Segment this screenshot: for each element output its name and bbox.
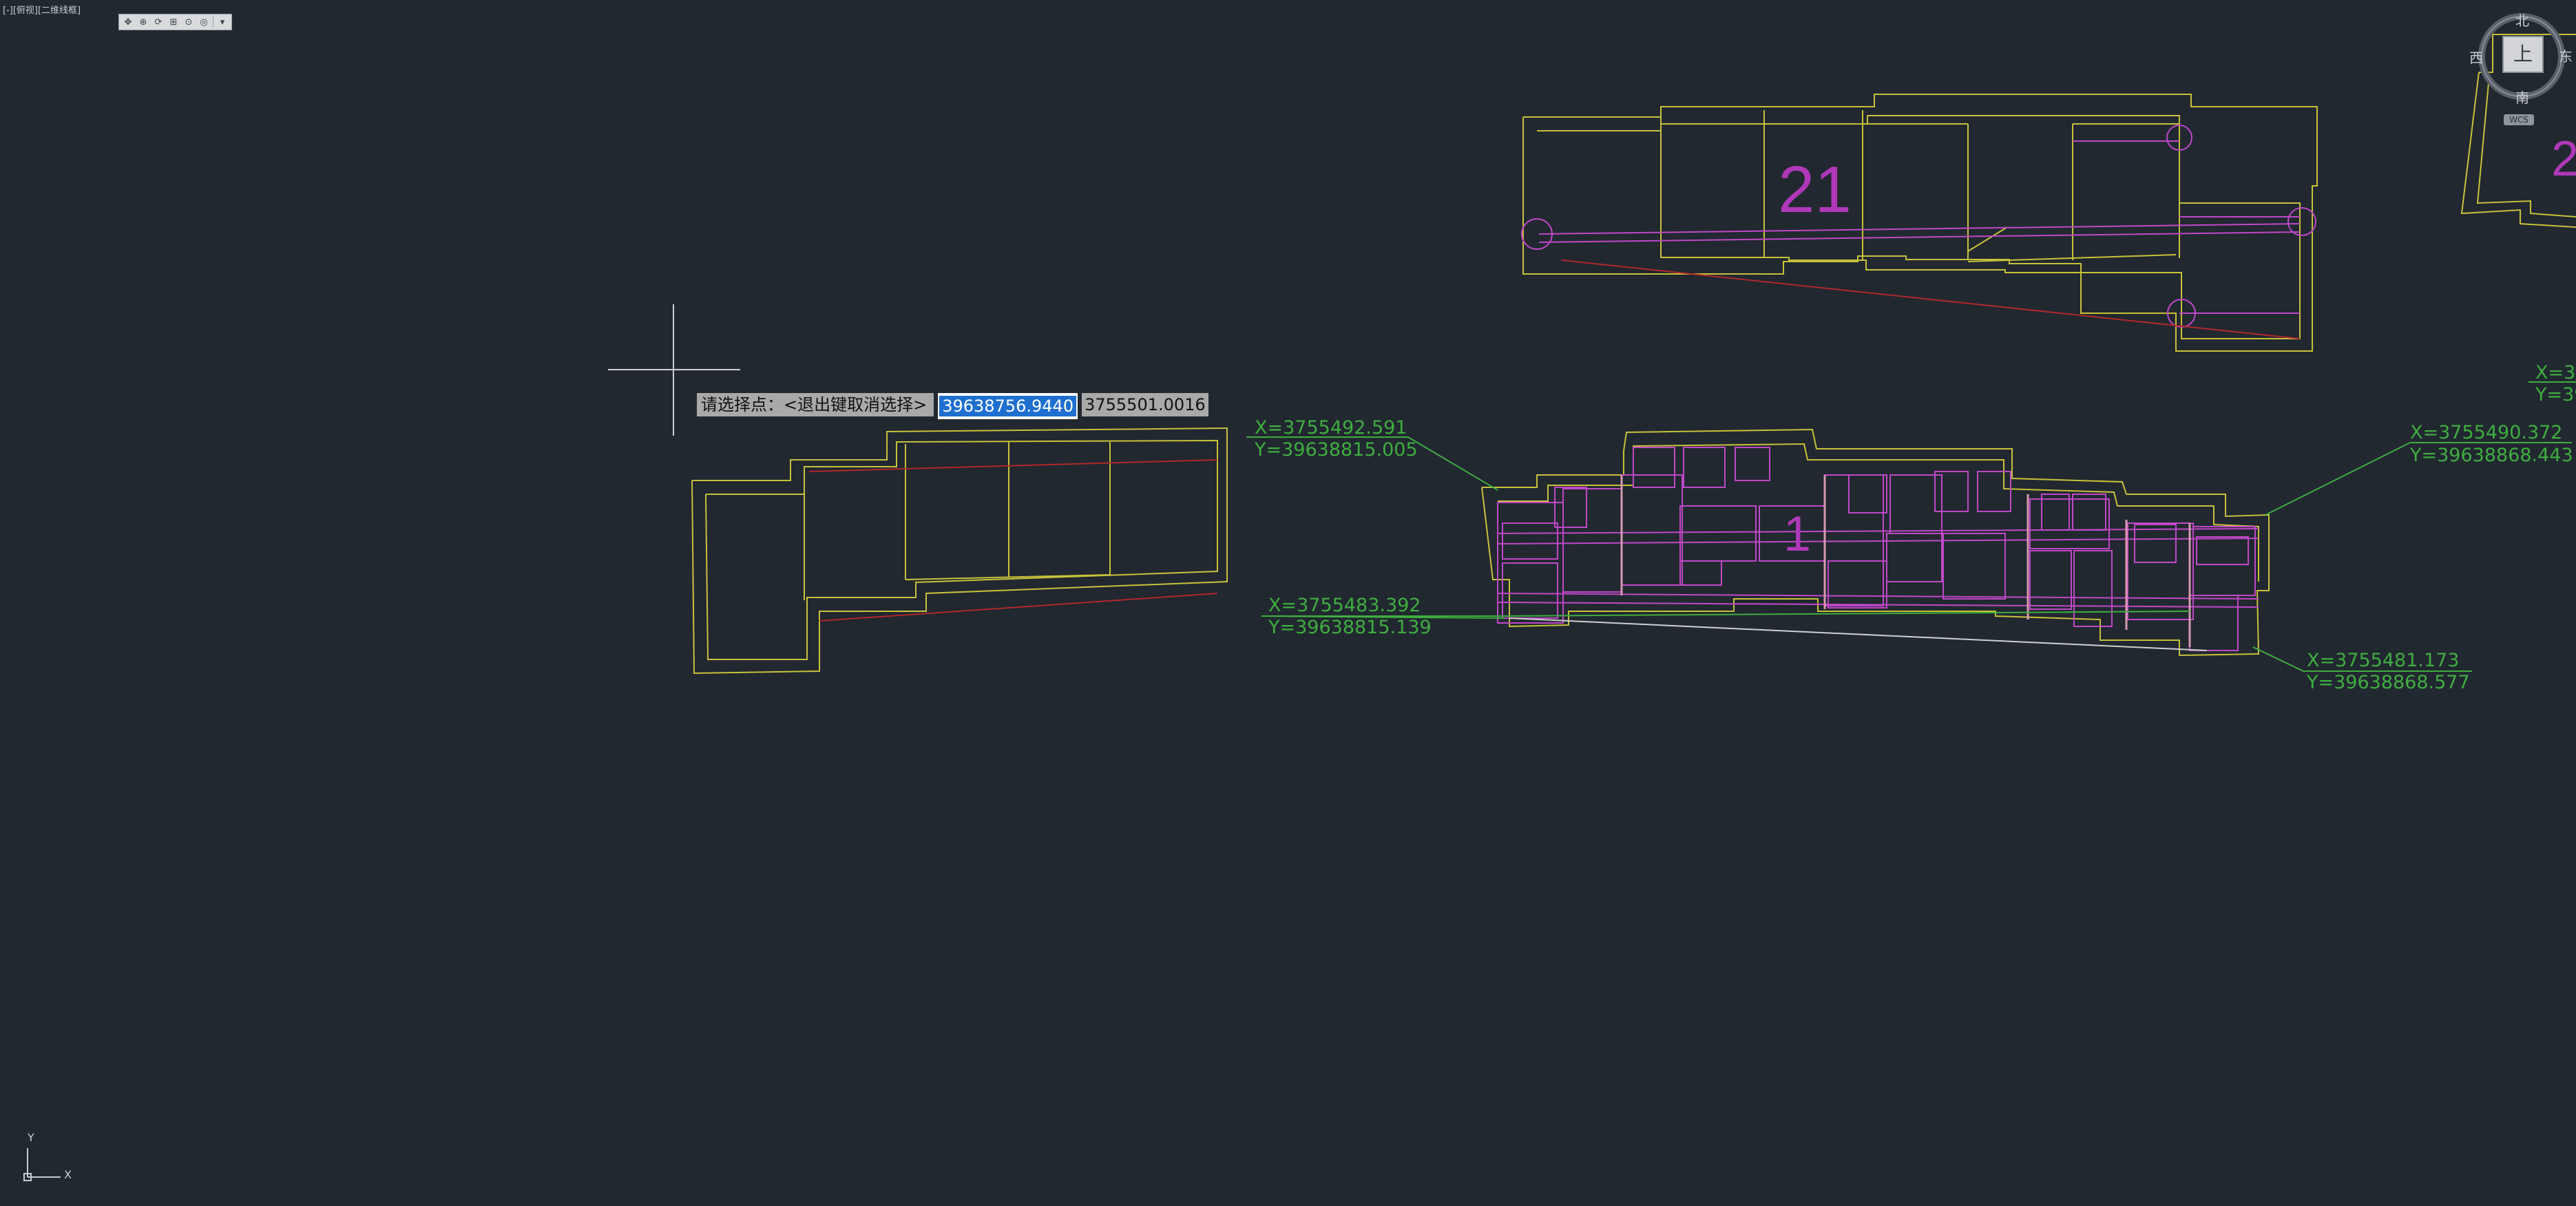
navigation-toolbar: ✥ ⊕ ⟳ ⊞ ⊙ ◎ ▾ bbox=[118, 14, 232, 30]
compass-south[interactable]: 南 bbox=[2515, 87, 2529, 107]
building-1-label: 1 bbox=[1783, 507, 1811, 562]
drawing-canvas[interactable]: 21 1 2 X=3755492.591 Y=39638815.005 X=37… bbox=[0, 0, 2576, 1206]
building-partial-label: 2 bbox=[2551, 131, 2576, 187]
building-left-outline bbox=[691, 427, 1228, 675]
building-21-structure bbox=[1521, 125, 2316, 328]
coord-annotation-4-x: X=3755481.173 bbox=[2307, 650, 2459, 671]
building-1-rooms bbox=[1497, 447, 2259, 651]
steering-wheel-icon[interactable]: ◎ bbox=[198, 16, 210, 28]
coord-annotation-2-x: X=3755490.372 bbox=[2410, 422, 2562, 443]
x-coordinate-value[interactable]: 39638756.9440 bbox=[939, 396, 1077, 416]
x-coordinate-input[interactable]: 39638756.9440 bbox=[938, 393, 1078, 419]
building-21-label: 21 bbox=[1778, 153, 1852, 226]
viewport-controls-label[interactable]: [-][俯视][二维线框] bbox=[3, 3, 81, 16]
building-21-section-line bbox=[1561, 260, 2301, 339]
walk-icon[interactable]: ⊙ bbox=[182, 16, 195, 28]
coord-annotation-5-y: Y=39 bbox=[2535, 384, 2576, 405]
viewcube[interactable]: 北 南 东 西 上 bbox=[2468, 12, 2575, 116]
drawing-viewport[interactable]: 21 1 2 X=3755492.591 Y=39638815.005 X=37… bbox=[0, 0, 2576, 1206]
chevron-down-icon[interactable]: ▾ bbox=[216, 16, 229, 28]
compass-north[interactable]: 北 bbox=[2515, 10, 2529, 30]
coord-annotation-1-x: X=3755492.591 bbox=[1255, 417, 1407, 438]
coord-annotation-5-x: X=37 bbox=[2535, 362, 2576, 383]
zoom-icon[interactable]: ⊕ bbox=[137, 16, 149, 28]
coord-annotation-2-y: Y=39638868.443 bbox=[2409, 445, 2573, 466]
coord-annotation-3-x: X=3755483.392 bbox=[1268, 595, 1421, 616]
building-1-leader-lines bbox=[1509, 617, 2208, 651]
ucs-icon bbox=[23, 1148, 61, 1181]
coord-annotation-1-y: Y=39638815.005 bbox=[1254, 439, 1418, 461]
coord-annotation-3-y: Y=39638815.139 bbox=[1268, 617, 1432, 638]
building-left-section-lines bbox=[808, 459, 1218, 622]
dynamic-input-prompt: 请选择点：<退出键取消选择> 39638756.9440 3755501.001… bbox=[697, 393, 1208, 419]
pan-icon[interactable]: ✥ bbox=[122, 16, 134, 28]
ucs-x-label: X bbox=[64, 1168, 72, 1181]
compass-west[interactable]: 西 bbox=[2469, 47, 2483, 67]
viewcube-top-face[interactable]: 上 bbox=[2502, 36, 2544, 73]
coord-annotation-4-y: Y=39638868.577 bbox=[2306, 672, 2470, 693]
ucs-y-label: Y bbox=[27, 1131, 34, 1144]
prompt-message: 请选择点：<退出键取消选择> bbox=[697, 393, 934, 416]
zoom-extents-icon[interactable]: ⊞ bbox=[167, 16, 180, 28]
compass-east[interactable]: 东 bbox=[2559, 45, 2573, 65]
orbit-icon[interactable]: ⟳ bbox=[152, 16, 165, 28]
annotation-leaders bbox=[1246, 381, 2576, 672]
wcs-menu[interactable]: WCS bbox=[2504, 114, 2534, 125]
y-coordinate-input[interactable]: 3755501.0016 bbox=[1082, 393, 1208, 416]
